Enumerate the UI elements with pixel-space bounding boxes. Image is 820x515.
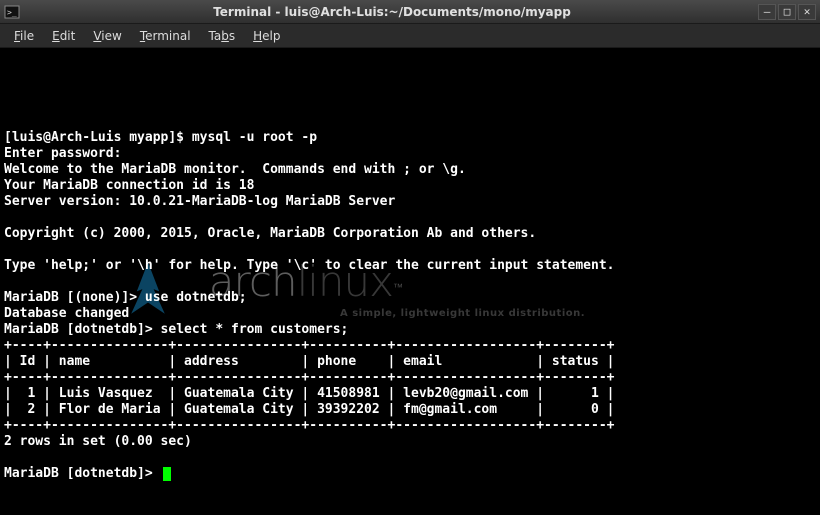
password-prompt: Enter password: xyxy=(4,146,121,161)
terminal-viewport[interactable]: archlinux™ A simple, lightweight linux d… xyxy=(0,48,820,515)
terminal-content: [luis@Arch-Luis myapp]$ mysql -u root -p… xyxy=(4,114,816,482)
table-row: | 1 | Luis Vasquez | Guatemala City | 41… xyxy=(4,386,614,401)
menu-edit[interactable]: Edit xyxy=(44,27,83,45)
menubar: File Edit View Terminal Tabs Help xyxy=(0,24,820,48)
menu-view[interactable]: View xyxy=(85,27,129,45)
menu-terminal[interactable]: Terminal xyxy=(132,27,199,45)
window-titlebar: >_ Terminal - luis@Arch-Luis:~/Documents… xyxy=(0,0,820,24)
db-changed-line: Database changed xyxy=(4,306,129,321)
maximize-button[interactable]: □ xyxy=(778,4,796,20)
copyright-line: Copyright (c) 2000, 2015, Oracle, MariaD… xyxy=(4,226,536,241)
table-row: | 2 | Flor de Maria | Guatemala City | 3… xyxy=(4,402,614,417)
window-title: Terminal - luis@Arch-Luis:~/Documents/mo… xyxy=(26,5,758,19)
select-command: select * from customers; xyxy=(161,322,349,337)
minimize-button[interactable]: – xyxy=(758,4,776,20)
menu-tabs[interactable]: Tabs xyxy=(201,27,244,45)
help-line: Type 'help;' or '\h' for help. Type '\c'… xyxy=(4,258,614,273)
use-command: use dotnetdb; xyxy=(145,290,247,305)
cursor xyxy=(163,467,171,481)
shell-prompt: [luis@Arch-Luis myapp]$ xyxy=(4,130,192,145)
menu-help[interactable]: Help xyxy=(245,27,288,45)
shell-command: mysql -u root -p xyxy=(192,130,317,145)
terminal-icon: >_ xyxy=(4,4,20,20)
window-controls: – □ ✕ xyxy=(758,4,816,20)
mariadb-prompt-db: MariaDB [dotnetdb]> xyxy=(4,466,161,481)
svg-text:>_: >_ xyxy=(7,8,17,17)
close-button[interactable]: ✕ xyxy=(798,4,816,20)
table-border-mid: +----+---------------+----------------+-… xyxy=(4,370,614,385)
table-border-bottom: +----+---------------+----------------+-… xyxy=(4,418,614,433)
rows-summary: 2 rows in set (0.00 sec) xyxy=(4,434,192,449)
mariadb-prompt-db: MariaDB [dotnetdb]> xyxy=(4,322,161,337)
menu-file[interactable]: File xyxy=(6,27,42,45)
welcome-line-2: Your MariaDB connection id is 18 xyxy=(4,178,254,193)
welcome-line-1: Welcome to the MariaDB monitor. Commands… xyxy=(4,162,466,177)
table-border-top: +----+---------------+----------------+-… xyxy=(4,338,614,353)
table-header: | Id | name | address | phone | email | … xyxy=(4,354,614,369)
mariadb-prompt-none: MariaDB [(none)]> xyxy=(4,290,145,305)
welcome-line-3: Server version: 10.0.21-MariaDB-log Mari… xyxy=(4,194,395,209)
